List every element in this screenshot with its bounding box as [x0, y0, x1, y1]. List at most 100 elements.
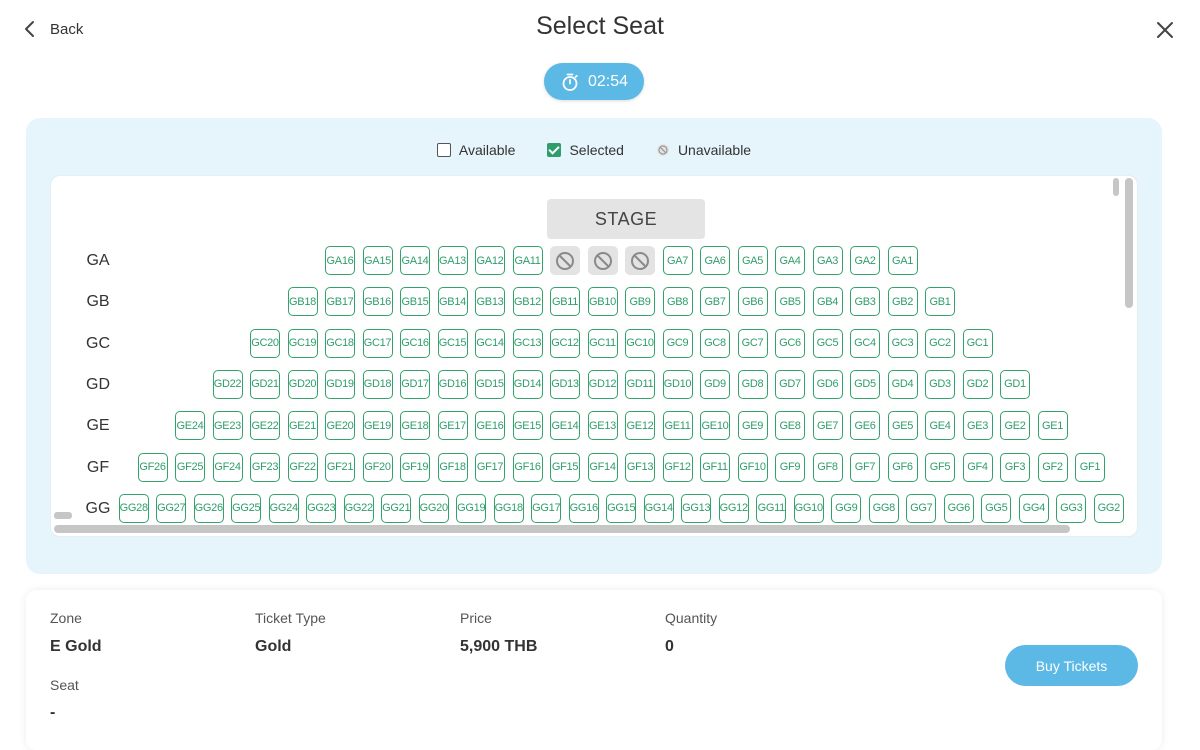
seat-button[interactable]: GG8: [868, 493, 899, 523]
seat-button[interactable]: GD18: [362, 369, 393, 399]
seat-button[interactable]: GB10: [587, 287, 618, 317]
seat-button[interactable]: GG15: [606, 493, 637, 523]
seat-button[interactable]: GD16: [437, 369, 468, 399]
seat-button[interactable]: GD6: [812, 369, 843, 399]
seat-button[interactable]: GG17: [531, 493, 562, 523]
seat-button[interactable]: GF25: [175, 452, 205, 482]
seat-button[interactable]: GF16: [512, 452, 543, 482]
seat-button[interactable]: GC17: [362, 328, 393, 358]
seat-button[interactable]: GF22: [287, 452, 318, 482]
seat-button[interactable]: GF12: [662, 452, 693, 482]
seat-button[interactable]: GG7: [906, 493, 937, 523]
seat-button[interactable]: GB16: [362, 287, 393, 317]
seat-button[interactable]: GA13: [437, 246, 468, 275]
seat-button[interactable]: GG11: [756, 493, 787, 523]
close-icon[interactable]: [1156, 21, 1174, 39]
seat-button[interactable]: GD10: [662, 369, 693, 399]
seat-button[interactable]: GF13: [625, 452, 655, 482]
seat-button[interactable]: GC10: [625, 328, 655, 358]
seat-button[interactable]: GD2: [962, 369, 993, 399]
seat-button[interactable]: GF9: [775, 452, 805, 482]
seat-button[interactable]: GD17: [400, 369, 430, 399]
seat-button[interactable]: GE21: [287, 411, 318, 441]
seat-button[interactable]: GF20: [362, 452, 393, 482]
seat-button[interactable]: GA14: [400, 246, 430, 275]
seat-button[interactable]: GG21: [381, 493, 412, 523]
seat-button[interactable]: GE24: [175, 411, 205, 441]
seat-button[interactable]: GB17: [325, 287, 355, 317]
seat-button[interactable]: GB6: [737, 287, 768, 317]
seat-button[interactable]: GD3: [925, 369, 955, 399]
seat-button[interactable]: GG20: [418, 493, 449, 523]
seat-button[interactable]: GD1: [1000, 369, 1030, 399]
seat-button[interactable]: GD4: [887, 369, 918, 399]
seat-button[interactable]: GD14: [512, 369, 543, 399]
seat-button[interactable]: GG13: [681, 493, 712, 523]
seat-button[interactable]: GE19: [362, 411, 393, 441]
seat-button[interactable]: GC20: [250, 328, 280, 358]
seat-button[interactable]: GE6: [850, 411, 880, 441]
seat-button[interactable]: GG9: [831, 493, 862, 523]
seat-button[interactable]: GC7: [737, 328, 768, 358]
seat-button[interactable]: GG2: [1093, 493, 1124, 523]
seat-button[interactable]: GE14: [550, 411, 580, 441]
seat-button[interactable]: GB4: [812, 287, 843, 317]
seat-button[interactable]: GD13: [550, 369, 580, 399]
seat-button[interactable]: GF8: [812, 452, 843, 482]
seat-button[interactable]: GF3: [1000, 452, 1030, 482]
seat-button[interactable]: GE10: [700, 411, 730, 441]
seat-button[interactable]: GE17: [437, 411, 468, 441]
seat-map[interactable]: STAGE GA GA16 GA15 GA14 GA13 GA12 GA11 GA7 GA6 GA…: [50, 175, 1138, 537]
seat-button[interactable]: GE11: [662, 411, 693, 441]
seat-button[interactable]: GG26: [193, 493, 224, 523]
seat-button[interactable]: GF15: [550, 452, 580, 482]
seat-button[interactable]: GE22: [250, 411, 280, 441]
seat-button[interactable]: GB1: [925, 287, 955, 317]
seat-button[interactable]: GA3: [812, 246, 843, 275]
seat-button[interactable]: GC18: [325, 328, 355, 358]
seat-button[interactable]: GC4: [850, 328, 880, 358]
seat-button[interactable]: GD12: [587, 369, 618, 399]
seat-button[interactable]: GF17: [475, 452, 505, 482]
seat-button[interactable]: GE2: [1000, 411, 1030, 441]
seat-button[interactable]: GE23: [212, 411, 243, 441]
vertical-scrollbar[interactable]: [1125, 178, 1133, 308]
seat-button[interactable]: GC12: [550, 328, 580, 358]
seat-button[interactable]: GD11: [625, 369, 655, 399]
seat-button[interactable]: GD20: [287, 369, 318, 399]
seat-button[interactable]: GB9: [625, 287, 655, 317]
seat-button[interactable]: GA12: [475, 246, 505, 275]
seat-button[interactable]: GF23: [250, 452, 280, 482]
seat-button[interactable]: GC16: [400, 328, 430, 358]
seat-button[interactable]: GB14: [437, 287, 468, 317]
seat-button[interactable]: GA6: [700, 246, 730, 275]
seat-button[interactable]: GC2: [925, 328, 955, 358]
seat-button[interactable]: GE3: [962, 411, 993, 441]
seat-button[interactable]: GG25: [231, 493, 262, 523]
seat-button[interactable]: GF24: [212, 452, 243, 482]
horizontal-scrollbar[interactable]: [54, 525, 1070, 533]
seat-button[interactable]: GF7: [850, 452, 880, 482]
seat-button[interactable]: GC8: [700, 328, 730, 358]
seat-button[interactable]: GC13: [512, 328, 543, 358]
seat-button[interactable]: GB3: [850, 287, 880, 317]
seat-button[interactable]: GG23: [306, 493, 337, 523]
seat-button[interactable]: GC19: [287, 328, 318, 358]
seat-button[interactable]: GD5: [850, 369, 880, 399]
seat-button[interactable]: GE15: [512, 411, 543, 441]
seat-button[interactable]: GG4: [1018, 493, 1049, 523]
seat-button[interactable]: GG19: [456, 493, 487, 523]
seat-button[interactable]: GB7: [700, 287, 730, 317]
seat-button[interactable]: GA11: [512, 246, 543, 275]
seat-button[interactable]: GF2: [1037, 452, 1068, 482]
seat-button[interactable]: GB11: [550, 287, 580, 317]
seat-button[interactable]: GD9: [700, 369, 730, 399]
seat-button[interactable]: GG28: [118, 493, 149, 523]
seat-button[interactable]: GE16: [475, 411, 505, 441]
seat-button[interactable]: GG27: [156, 493, 187, 523]
seat-button[interactable]: GC5: [812, 328, 843, 358]
seat-button[interactable]: GF21: [325, 452, 355, 482]
seat-button[interactable]: GD22: [212, 369, 243, 399]
seat-button[interactable]: GC15: [437, 328, 468, 358]
seat-button[interactable]: GE12: [625, 411, 655, 441]
